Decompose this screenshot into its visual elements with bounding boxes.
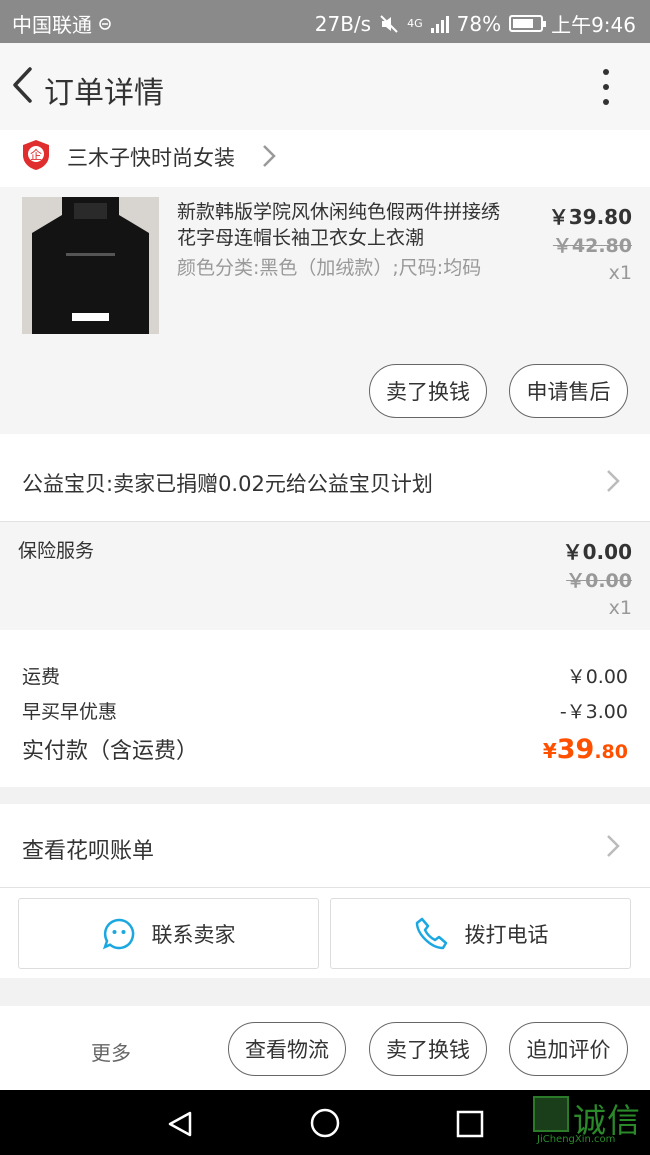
more-menu-icon[interactable]	[594, 69, 618, 105]
signal-icon	[430, 15, 449, 33]
nav-home-icon[interactable]	[309, 1107, 341, 1139]
product-title[interactable]: 新款韩版学院风休闲纯色假两件拼接绣花字母连帽长袖卫衣女上衣潮	[177, 199, 507, 251]
huabei-bill-row[interactable]: 查看花呗账单	[0, 804, 650, 888]
insurance-original-price: ￥0.00	[566, 570, 632, 592]
system-nav-bar: 诚信 JiChengXin.com	[0, 1090, 650, 1155]
hoodie-image	[22, 197, 159, 334]
product-quantity: x1	[608, 262, 632, 284]
chat-bubble-icon	[102, 918, 134, 949]
mute-icon	[380, 14, 398, 33]
svg-text:企: 企	[30, 147, 42, 162]
insurance-label: 保险服务	[18, 540, 95, 562]
enterprise-shield-icon: 企	[23, 140, 49, 170]
chevron-right-icon	[607, 835, 620, 857]
watermark-en: JiChengXin.com	[537, 1134, 616, 1145]
call-phone-button[interactable]: 拨打电话	[330, 898, 631, 969]
contact-seller-button[interactable]: 联系卖家	[18, 898, 319, 969]
shop-row[interactable]: 企 三木子快时尚女装	[0, 130, 650, 187]
shipping-label: 运费	[22, 666, 61, 688]
discount-value: -￥3.00	[559, 701, 628, 723]
product-price: ￥39.80	[548, 205, 632, 229]
phone-icon	[415, 917, 447, 949]
after-sale-button[interactable]: 申请售后	[509, 364, 628, 418]
page-title: 订单详情	[44, 76, 164, 111]
watermark: 诚信 JiChengXin.com	[533, 1096, 650, 1148]
carrier-name: 中国联通	[12, 13, 92, 37]
sell-button[interactable]: 卖了换钱	[369, 364, 487, 418]
chevron-right-icon	[263, 145, 276, 167]
nav-recents-icon[interactable]	[456, 1110, 484, 1138]
charity-row[interactable]: 公益宝贝:卖家已捐赠0.02元给公益宝贝计划	[0, 434, 650, 522]
more-link[interactable]: 更多	[91, 1037, 131, 1066]
view-logistics-button[interactable]: 查看物流	[228, 1022, 346, 1076]
shipping-value: ￥0.00	[566, 666, 628, 688]
clock: 上午9:46	[551, 13, 636, 37]
discount-label: 早买早优惠	[22, 701, 118, 723]
sell-item-button[interactable]: 卖了换钱	[369, 1022, 487, 1076]
status-bar: 中国联通 27B/s 4G 78% 上午9:46	[0, 0, 650, 43]
battery-percent: 78%	[456, 11, 502, 36]
watermark-logo-icon	[533, 1096, 569, 1132]
insurance-row: 保险服务 ￥0.00 ￥0.00 x1	[0, 522, 650, 630]
call-phone-label: 拨打电话	[464, 922, 549, 947]
bottom-action-bar: 更多 查看物流 卖了换钱 追加评价	[0, 1006, 650, 1090]
total-amount: ¥39.80	[542, 734, 628, 765]
product-sku: 颜色分类:黑色（加绒款）;尺码:均码	[177, 257, 482, 279]
network-speed: 27B/s	[314, 11, 372, 36]
contact-bar: 联系卖家 拨打电话	[0, 888, 650, 978]
total-label: 实付款（含运费）	[22, 739, 199, 764]
insurance-quantity: x1	[608, 597, 632, 619]
add-review-button[interactable]: 追加评价	[509, 1022, 628, 1076]
battery-icon	[509, 15, 547, 32]
order-summary: 运费 ￥0.00 早买早优惠 -￥3.00 实付款（含运费） ¥39.80	[0, 630, 650, 787]
huabei-text: 查看花呗账单	[22, 839, 155, 864]
shop-name: 三木子快时尚女装	[67, 146, 235, 170]
contact-seller-label: 联系卖家	[151, 922, 236, 947]
network-type: 4G	[407, 17, 423, 30]
order-item[interactable]: 新款韩版学院风休闲纯色假两件拼接绣花字母连帽长袖卫衣女上衣潮 颜色分类:黑色（加…	[0, 187, 650, 434]
product-thumbnail[interactable]	[22, 197, 159, 334]
charity-text: 公益宝贝:卖家已捐赠0.02元给公益宝贝计划	[22, 472, 433, 496]
nav-back-icon[interactable]	[166, 1110, 194, 1138]
back-arrow-icon[interactable]	[8, 65, 38, 105]
chevron-right-icon	[607, 470, 620, 492]
title-bar: 订单详情	[0, 43, 650, 130]
insurance-price: ￥0.00	[562, 540, 632, 564]
usb-icon	[99, 17, 111, 30]
product-original-price: ￥42.80	[552, 235, 632, 257]
